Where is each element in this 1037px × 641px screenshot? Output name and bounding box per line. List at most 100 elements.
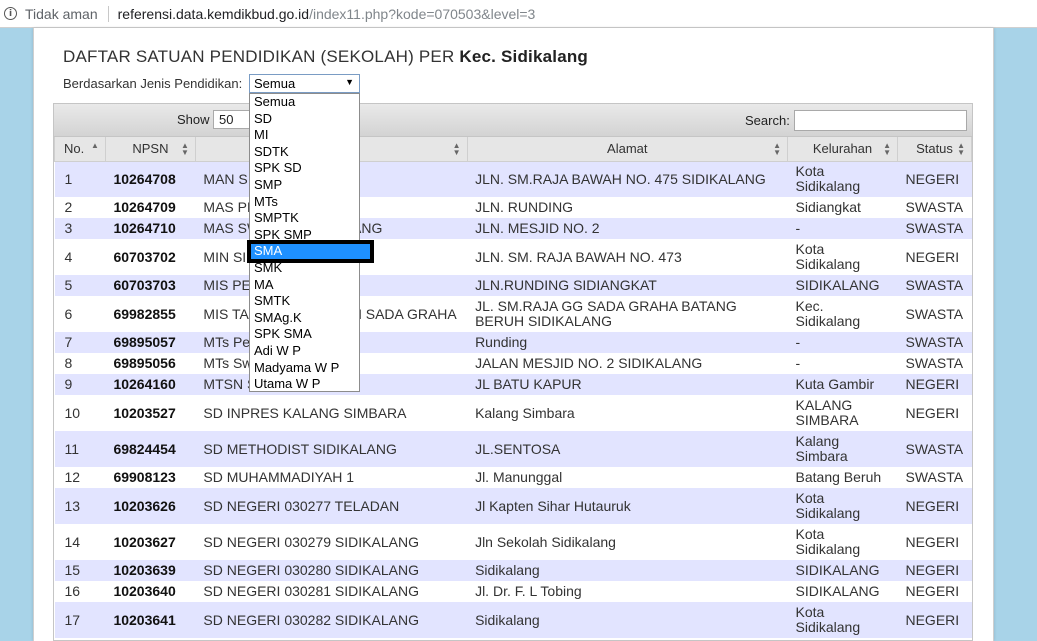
cell-kelurahan: Kec. Sidikalang [787,296,898,332]
dropdown-option[interactable]: SMPTK [250,210,359,227]
table-row: 110264708MAN SIDIKALANGJLN. SM.RAJA BAWA… [54,161,972,197]
header-status[interactable]: Status ▲ ▼ [896,137,973,162]
dropdown-option[interactable]: MI [250,127,359,144]
dropdown-option[interactable]: SPK SD [250,160,359,177]
cell-status: NEGERI [897,395,972,431]
cell-kelurahan: Sidiangkat [787,197,898,218]
select-value: Semua [254,76,296,91]
cell-alamat: JLN. SM. RAJA BAWAH NO. 473 [467,239,788,275]
cell-status: SWASTA [897,218,972,239]
dropdown-option[interactable]: Madyama W P [250,360,359,377]
table-row: 16 10203640 SD NEGERI 030281 SIDIKALANG Jl.… [54,581,972,602]
url-text[interactable]: referensi.data.kemdikbud.go.id/index11.p… [118,6,536,22]
cell-no: 9 [54,374,106,395]
address-divider [107,5,109,22]
table-row: 769895057MTs PersatuanRunding-SWASTA [54,332,972,353]
datatable-toolbar: Show 50 Search: [54,104,972,137]
search-label: Search: [745,113,790,128]
cell-no: 11 [54,431,106,467]
cell-nama: SD NEGERI 030279 SIDIKALANG [195,524,468,560]
cell-npsn: 69895057 [105,332,196,353]
cell-npsn: 69824454 [105,431,196,467]
table-row: 869895056MTs Swasta SidikalangJALAN MESJ… [54,353,972,374]
cell-npsn: 10203640 [105,581,196,602]
dropdown-option[interactable]: SMTK [250,293,359,310]
cell-alamat: JLN. RUNDING [467,197,788,218]
address-bar[interactable]: i Tidak aman referensi.data.kemdikbud.go… [0,0,1037,28]
cell-kelurahan: Kuta Gambir [787,374,898,395]
dropdown-option[interactable]: SPK SMP [250,227,359,244]
cell-status: NEGERI [897,581,972,602]
header-npsn[interactable]: NPSN ▲ ▼ [104,137,196,162]
table-row: 560703703MIS PERSATUANJLN.RUNDING SIDIAN… [54,275,972,296]
cell-nama: SD METHODIST SIDIKALANG [195,431,468,467]
cell-status: NEGERI [897,560,972,581]
cell-npsn: 10264160 [105,374,196,395]
dropdown-option[interactable]: SMAg.K [250,310,359,327]
show-entries-value: 50 [219,112,234,127]
cell-kelurahan: SIDIKALANG [787,560,898,581]
table-row: 460703702MIN SIDIKALANGJLN. SM. RAJA BAW… [54,239,972,275]
dropdown-option[interactable]: SMA [247,240,374,263]
cell-nama: SD MUHAMMADIYAH 1 [195,467,468,488]
cell-npsn: 10264708 [105,161,196,197]
cell-npsn: 10264709 [105,197,196,218]
dropdown-option[interactable]: Adi W P [250,343,359,360]
dropdown-option[interactable]: SD [250,111,359,128]
cell-no: 5 [54,275,106,296]
cell-no: 10 [54,395,106,431]
cell-nama: SD NEGERI 030281 SIDIKALANG [195,581,468,602]
cell-npsn: 10203641 [105,602,196,638]
table-row: 15 10203639 SD NEGERI 030280 SIDIKALANG Sid… [54,560,972,581]
search-input[interactable] [794,110,967,131]
cell-status: SWASTA [897,431,972,467]
cell-status: NEGERI [897,239,972,275]
dropdown-option[interactable]: Semua [250,94,359,111]
dropdown-option[interactable]: Utama W P [250,376,359,393]
dropdown-option[interactable]: SMP [250,177,359,194]
cell-kelurahan: Kota Sidikalang [787,488,898,524]
cell-no: 13 [54,488,106,524]
cell-kelurahan: SIDIKALANG [787,581,898,602]
dropdown-option[interactable]: MA [250,277,359,294]
cell-status: SWASTA [897,353,972,374]
cell-alamat: Jl. Manunggal [467,467,788,488]
cell-status: SWASTA [897,296,972,332]
info-icon[interactable]: i [4,7,17,20]
header-kelurahan[interactable]: Kelurahan ▲ ▼ [787,137,898,162]
cell-status: SWASTA [897,197,972,218]
cell-alamat: Sidikalang [467,602,788,638]
dropdown-option[interactable]: SDTK [250,144,359,161]
header-alamat[interactable]: Alamat ▲ ▼ [466,137,789,162]
cell-npsn: 69895056 [105,353,196,374]
cell-nama: SD NEGERI 030277 TELADAN [195,488,468,524]
sort-icon: ▲ ▼ [883,141,891,157]
cell-nama: SD NEGERI 030280 SIDIKALANG [195,560,468,581]
cell-status: NEGERI [897,374,972,395]
table-row: 10 10203527 SD INPRES KALANG SIMBARA Kalang… [54,395,972,431]
header-no[interactable]: No. ▲ [54,137,106,162]
dropdown-option[interactable]: SMK [250,260,359,277]
security-label[interactable]: Tidak aman [25,6,98,22]
table-row: 14 10203627 SD NEGERI 030279 SIDIKALANG Jln… [54,524,972,560]
dropdown-option[interactable]: SPK SMA [250,326,359,343]
cell-status: SWASTA [897,467,972,488]
cell-status: SWASTA [897,275,972,296]
cell-npsn: 60703702 [105,239,196,275]
cell-no: 4 [54,239,106,275]
cell-kelurahan: Batang Beruh [787,467,898,488]
jenis-pendidikan-select[interactable]: Semua ▼ [249,74,360,93]
schools-datatable: Show 50 Search: No.▲ NPSN▲▼ didikan▲▼ Al… [53,103,973,641]
cell-alamat: JL. SM.RAJA GG SADA GRAHA BATANG BERUH S… [467,296,788,332]
dropdown-option[interactable]: MTs [250,194,359,211]
page-title: DAFTAR SATUAN PENDIDIKAN (SEKOLAH) PER K… [63,47,588,67]
cell-nama: SD INPRES KALANG SIMBARA [195,395,468,431]
cell-no: 2 [54,197,106,218]
table-row: 11 69824454 SD METHODIST SIDIKALANG JL.SENT… [54,431,972,467]
jenis-pendidikan-dropdown-list[interactable]: Semua SD MI SDTK SPK SD SMP MTs SMPTK SPK SMP SMA… [247,93,374,393]
cell-no: 1 [54,161,106,197]
cell-alamat: Jl. Dr. F. L Tobing [467,581,788,602]
cell-nama: SD NEGERI 030282 SIDIKALANG [195,602,468,638]
cell-alamat: Runding [467,332,788,353]
cell-kelurahan: - [787,332,898,353]
